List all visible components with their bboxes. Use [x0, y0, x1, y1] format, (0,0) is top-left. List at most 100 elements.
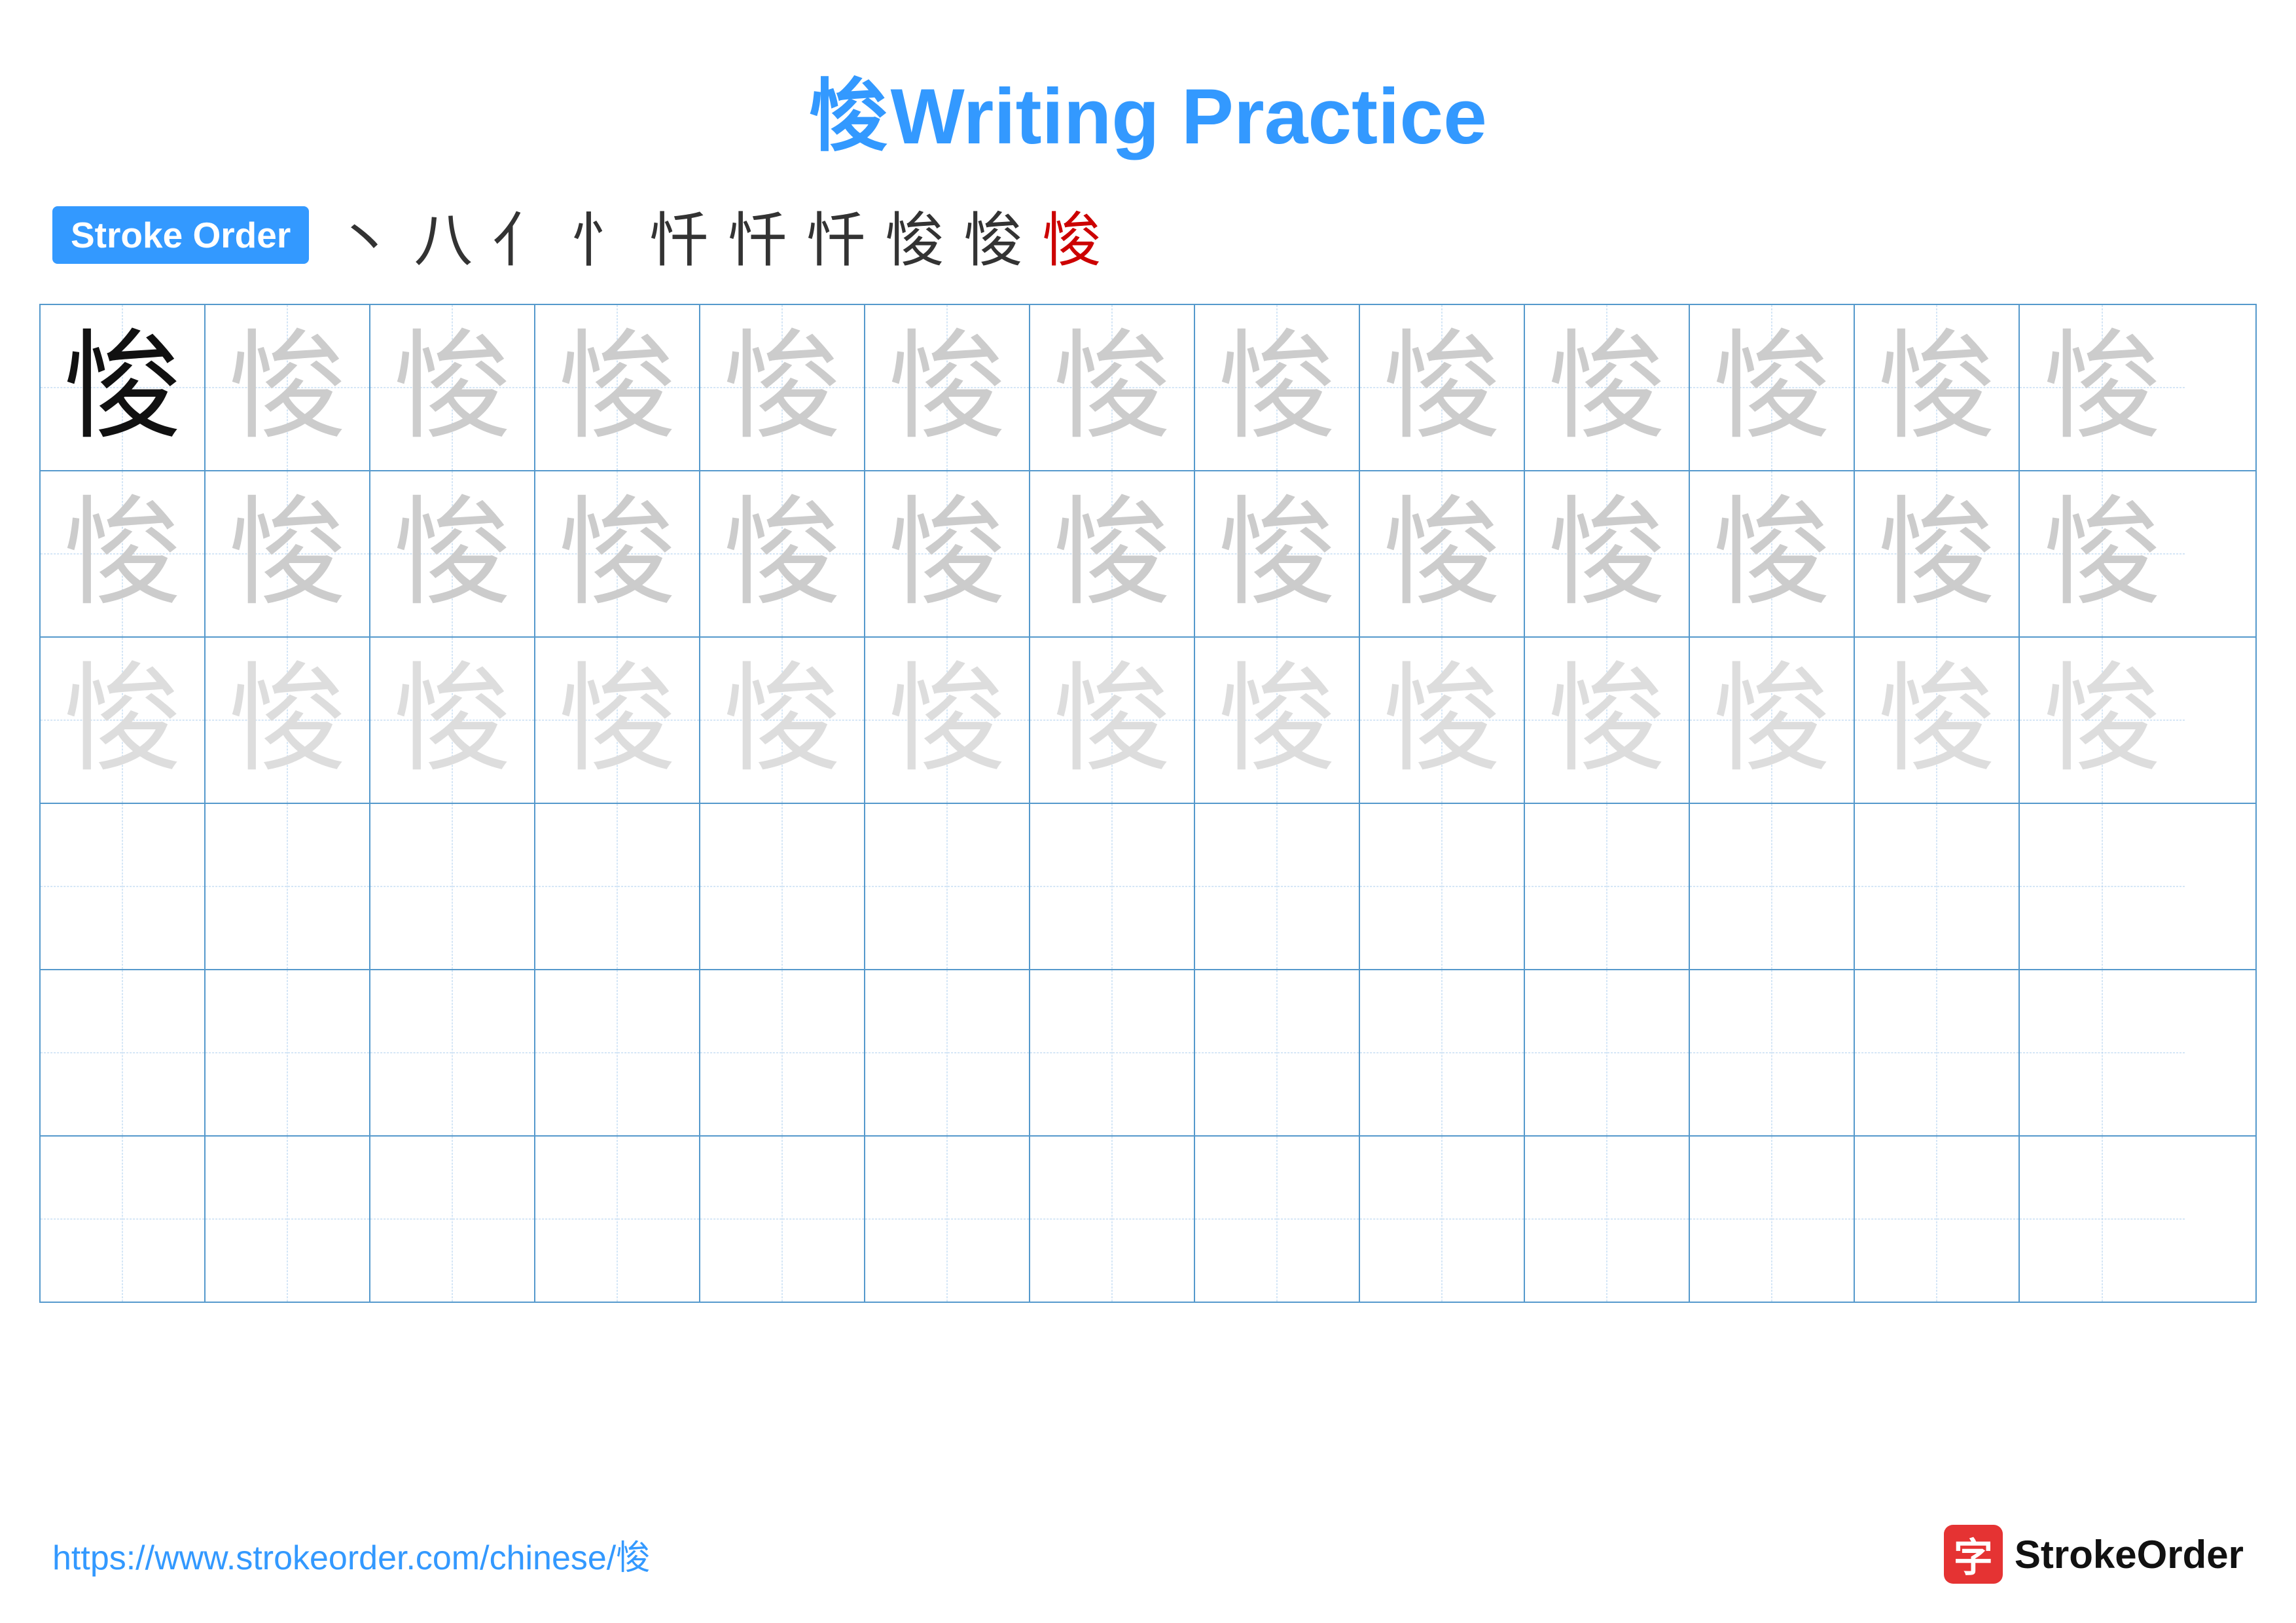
cell-3-7[interactable]: 悛 — [1030, 638, 1195, 803]
grid-row-6 — [41, 1137, 2255, 1302]
cell-1-11[interactable]: 悛 — [1690, 305, 1855, 470]
strokeorder-logo-icon: 字 — [1944, 1525, 2003, 1584]
stroke-order-badge: Stroke Order — [52, 206, 309, 264]
cell-6-1[interactable] — [41, 1137, 206, 1302]
cell-1-3[interactable]: 悛 — [370, 305, 535, 470]
cell-1-2[interactable]: 悛 — [206, 305, 370, 470]
stroke-2: 八 — [414, 192, 473, 278]
cell-2-5[interactable]: 悛 — [700, 471, 865, 636]
cell-1-8[interactable]: 悛 — [1195, 305, 1360, 470]
cell-4-9[interactable] — [1360, 804, 1525, 969]
title-text: Writing Practice — [891, 73, 1487, 160]
cell-3-8[interactable]: 悛 — [1195, 638, 1360, 803]
cell-5-7[interactable] — [1030, 970, 1195, 1135]
cell-4-12[interactable] — [1855, 804, 2020, 969]
cell-2-3[interactable]: 悛 — [370, 471, 535, 636]
cell-3-12[interactable]: 悛 — [1855, 638, 2020, 803]
cell-5-1[interactable] — [41, 970, 206, 1135]
cell-2-12[interactable]: 悛 — [1855, 471, 2020, 636]
cell-1-1[interactable]: 悛 — [41, 305, 206, 470]
cell-5-3[interactable] — [370, 970, 535, 1135]
title-char: 悛 — [809, 73, 888, 160]
cell-5-9[interactable] — [1360, 970, 1525, 1135]
cell-2-8[interactable]: 悛 — [1195, 471, 1360, 636]
cell-5-13[interactable] — [2020, 970, 2185, 1135]
cell-3-11[interactable]: 悛 — [1690, 638, 1855, 803]
cell-1-9[interactable]: 悛 — [1360, 305, 1525, 470]
cell-1-13[interactable]: 悛 — [2020, 305, 2185, 470]
cell-1-4[interactable]: 悛 — [535, 305, 700, 470]
cell-2-10[interactable]: 悛 — [1525, 471, 1690, 636]
cell-1-5[interactable]: 悛 — [700, 305, 865, 470]
stroke-8: 悛 — [885, 192, 944, 278]
cell-6-7[interactable] — [1030, 1137, 1195, 1302]
cell-2-4[interactable]: 悛 — [535, 471, 700, 636]
cell-2-2[interactable]: 悛 — [206, 471, 370, 636]
cell-4-1[interactable] — [41, 804, 206, 969]
stroke-1: 丶 — [335, 192, 394, 278]
cell-5-5[interactable] — [700, 970, 865, 1135]
cell-3-2[interactable]: 悛 — [206, 638, 370, 803]
cell-5-8[interactable] — [1195, 970, 1360, 1135]
stroke-9: 悛 — [963, 192, 1022, 278]
cell-6-6[interactable] — [865, 1137, 1030, 1302]
page-title: 悛 Writing Practice — [0, 0, 2296, 166]
cell-5-6[interactable] — [865, 970, 1030, 1135]
stroke-3: 亻 — [492, 192, 551, 278]
cell-6-4[interactable] — [535, 1137, 700, 1302]
cell-6-9[interactable] — [1360, 1137, 1525, 1302]
cell-4-13[interactable] — [2020, 804, 2185, 969]
cell-6-11[interactable] — [1690, 1137, 1855, 1302]
cell-4-6[interactable] — [865, 804, 1030, 969]
cell-4-11[interactable] — [1690, 804, 1855, 969]
cell-4-8[interactable] — [1195, 804, 1360, 969]
footer: https://www.strokeorder.com/chinese/悛 字 … — [0, 1525, 2296, 1584]
cell-5-4[interactable] — [535, 970, 700, 1135]
cell-1-6[interactable]: 悛 — [865, 305, 1030, 470]
cell-3-10[interactable]: 悛 — [1525, 638, 1690, 803]
cell-6-2[interactable] — [206, 1137, 370, 1302]
cell-3-9[interactable]: 悛 — [1360, 638, 1525, 803]
cell-4-10[interactable] — [1525, 804, 1690, 969]
stroke-7: 忏 — [806, 192, 865, 278]
footer-logo: 字 StrokeOrder — [1944, 1525, 2244, 1584]
grid-row-5 — [41, 970, 2255, 1137]
cell-3-4[interactable]: 悛 — [535, 638, 700, 803]
cell-3-3[interactable]: 悛 — [370, 638, 535, 803]
cell-1-10[interactable]: 悛 — [1525, 305, 1690, 470]
stroke-6: 忏 — [728, 192, 787, 278]
cell-5-10[interactable] — [1525, 970, 1690, 1135]
cell-4-7[interactable] — [1030, 804, 1195, 969]
stroke-order-chars: 丶 八 亻 忄 忏 忏 忏 悛 悛 悛 — [335, 192, 1101, 278]
cell-2-6[interactable]: 悛 — [865, 471, 1030, 636]
cell-6-8[interactable] — [1195, 1137, 1360, 1302]
cell-2-13[interactable]: 悛 — [2020, 471, 2185, 636]
cell-3-6[interactable]: 悛 — [865, 638, 1030, 803]
cell-1-7[interactable]: 悛 — [1030, 305, 1195, 470]
grid-row-1: 悛 悛 悛 悛 悛 悛 悛 悛 悛 悛 悛 悛 悛 — [41, 305, 2255, 471]
cell-6-13[interactable] — [2020, 1137, 2185, 1302]
cell-4-2[interactable] — [206, 804, 370, 969]
cell-4-5[interactable] — [700, 804, 865, 969]
cell-4-3[interactable] — [370, 804, 535, 969]
cell-2-7[interactable]: 悛 — [1030, 471, 1195, 636]
cell-5-12[interactable] — [1855, 970, 2020, 1135]
cell-5-2[interactable] — [206, 970, 370, 1135]
cell-3-1[interactable]: 悛 — [41, 638, 206, 803]
cell-2-9[interactable]: 悛 — [1360, 471, 1525, 636]
cell-2-1[interactable]: 悛 — [41, 471, 206, 636]
cell-6-12[interactable] — [1855, 1137, 2020, 1302]
cell-4-4[interactable] — [535, 804, 700, 969]
cell-6-5[interactable] — [700, 1137, 865, 1302]
char-dark: 悛 — [63, 329, 181, 447]
cell-6-3[interactable] — [370, 1137, 535, 1302]
cell-1-12[interactable]: 悛 — [1855, 305, 2020, 470]
cell-6-10[interactable] — [1525, 1137, 1690, 1302]
grid-row-2: 悛 悛 悛 悛 悛 悛 悛 悛 悛 悛 悛 悛 悛 — [41, 471, 2255, 638]
cell-3-13[interactable]: 悛 — [2020, 638, 2185, 803]
grid-row-4 — [41, 804, 2255, 970]
cell-3-5[interactable]: 悛 — [700, 638, 865, 803]
cell-2-11[interactable]: 悛 — [1690, 471, 1855, 636]
stroke-4: 忄 — [571, 192, 630, 278]
cell-5-11[interactable] — [1690, 970, 1855, 1135]
